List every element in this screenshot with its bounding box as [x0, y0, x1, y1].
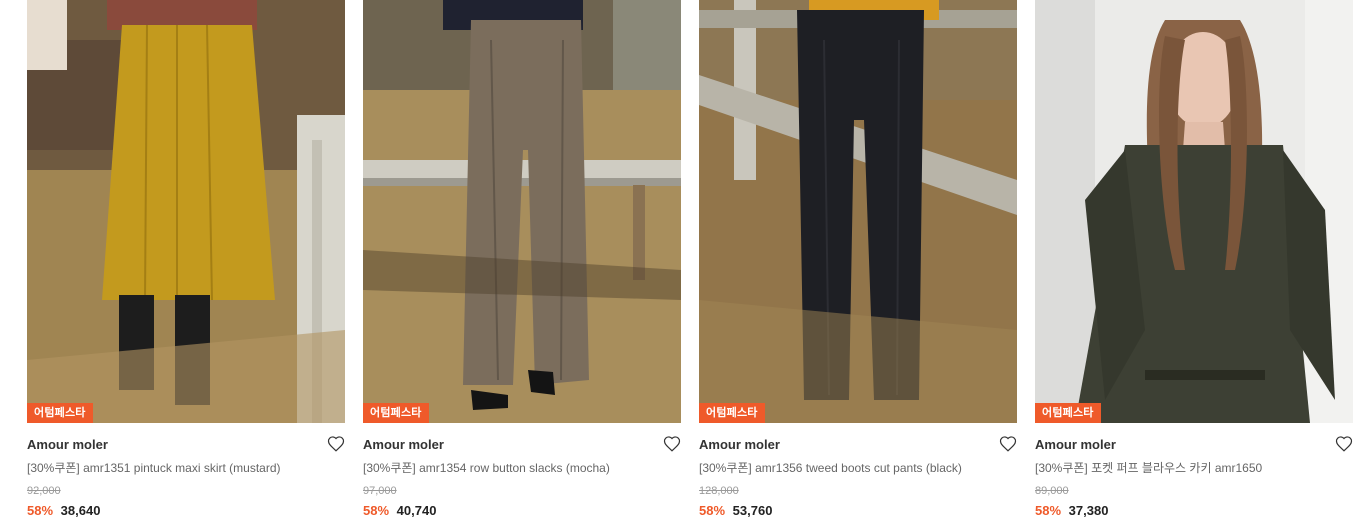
discount-rate: 58% [699, 503, 726, 518]
product-card[interactable]: 어텀페스타 Amour moler [30%쿠폰] amr1351 pintuc… [27, 0, 345, 531]
product-grid: 어텀페스타 Amour moler [30%쿠폰] amr1351 pintuc… [0, 0, 1360, 531]
product-info: Amour moler [30%쿠폰] amr1354 row button s… [363, 423, 681, 519]
original-price: 92,000 [27, 485, 61, 497]
sale-price: 37,380 [1068, 503, 1109, 518]
sale-price: 53,760 [732, 503, 773, 518]
heart-icon[interactable] [1335, 435, 1353, 453]
discount-rate: 58% [1035, 503, 1062, 518]
discount-rate: 58% [363, 503, 390, 518]
sale-price: 40,740 [396, 503, 437, 518]
product-image[interactable]: 어텀페스타 [363, 0, 681, 423]
product-title[interactable]: [30%쿠폰] amr1351 pintuck maxi skirt (must… [27, 460, 345, 476]
heart-icon[interactable] [663, 435, 681, 453]
product-info: Amour moler [30%쿠폰] amr1356 tweed boots … [699, 423, 1017, 519]
product-info: Amour moler [30%쿠폰] 포켓 퍼프 블라우스 카키 amr165… [1035, 423, 1353, 519]
product-photo-mocha-slacks [363, 0, 681, 423]
original-price: 89,000 [1035, 485, 1069, 497]
promo-badge: 어텀페스타 [699, 403, 765, 423]
product-info: Amour moler [30%쿠폰] amr1351 pintuck maxi… [27, 423, 345, 519]
original-price: 97,000 [363, 485, 397, 497]
product-photo-black-pants [699, 0, 1017, 423]
promo-badge: 어텀페스타 [27, 403, 93, 423]
product-image[interactable]: 어텀페스타 [27, 0, 345, 423]
original-price: 128,000 [699, 485, 739, 497]
product-title[interactable]: [30%쿠폰] 포켓 퍼프 블라우스 카키 amr1650 [1035, 460, 1353, 476]
product-photo-khaki-blouse [1035, 0, 1353, 423]
product-card[interactable]: 어텀페스타 Amour moler [30%쿠폰] amr1354 row bu… [363, 0, 681, 531]
product-card[interactable]: 어텀페스타 Amour moler [30%쿠폰] 포켓 퍼프 블라우스 카키 … [1035, 0, 1353, 531]
sale-price: 38,640 [60, 503, 101, 518]
product-card[interactable]: 어텀페스타 Amour moler [30%쿠폰] amr1356 tweed … [699, 0, 1017, 531]
brand-name[interactable]: Amour moler [699, 437, 1017, 453]
product-photo-mustard-skirt [27, 0, 345, 423]
brand-name[interactable]: Amour moler [27, 437, 345, 453]
product-image[interactable]: 어텀페스타 [1035, 0, 1353, 423]
price-row: 58% 38,640 [27, 502, 345, 519]
promo-badge: 어텀페스타 [1035, 403, 1101, 423]
price-row: 58% 40,740 [363, 502, 681, 519]
promo-badge: 어텀페스타 [363, 403, 429, 423]
price-row: 58% 53,760 [699, 502, 1017, 519]
discount-rate: 58% [27, 503, 54, 518]
heart-icon[interactable] [999, 435, 1017, 453]
price-row: 58% 37,380 [1035, 502, 1353, 519]
brand-name[interactable]: Amour moler [1035, 437, 1353, 453]
product-image[interactable]: 어텀페스타 [699, 0, 1017, 423]
heart-icon[interactable] [327, 435, 345, 453]
product-title[interactable]: [30%쿠폰] amr1356 tweed boots cut pants (b… [699, 460, 1017, 476]
brand-name[interactable]: Amour moler [363, 437, 681, 453]
product-title[interactable]: [30%쿠폰] amr1354 row button slacks (mocha… [363, 460, 681, 476]
